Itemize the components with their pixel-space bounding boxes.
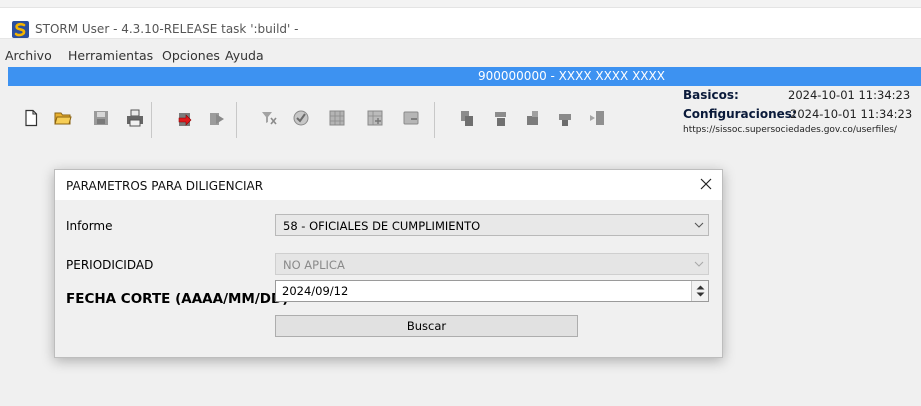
configuraciones-value: 2024-10-01 11:34:23 bbox=[790, 107, 913, 121]
grid-icon[interactable] bbox=[328, 109, 346, 127]
tool-4-icon[interactable] bbox=[556, 109, 574, 127]
tool-3-icon[interactable] bbox=[524, 109, 542, 127]
tool-1-icon[interactable] bbox=[458, 109, 476, 127]
fecha-corte-label: FECHA CORTE (AAAA/MM/DD) bbox=[66, 291, 289, 307]
new-document-icon[interactable] bbox=[22, 109, 40, 127]
close-icon[interactable] bbox=[698, 176, 714, 192]
toolbar-separator bbox=[236, 102, 237, 138]
window-title: STORM User - 4.3.10-RELEASE task ':build… bbox=[35, 22, 299, 36]
tool-2-icon[interactable] bbox=[492, 109, 510, 127]
menu-archivo[interactable]: Archivo bbox=[5, 48, 52, 63]
chevron-down-icon bbox=[694, 222, 704, 228]
informe-label: Informe bbox=[66, 219, 113, 233]
spin-up-icon[interactable] bbox=[696, 285, 705, 290]
validate-icon[interactable] bbox=[292, 109, 310, 127]
save-icon[interactable] bbox=[92, 109, 110, 127]
server-url: https://sissoc.supersociedades.gov.co/us… bbox=[683, 125, 897, 135]
basicos-value: 2024-10-01 11:34:23 bbox=[788, 88, 911, 102]
dialog-title: PARAMETROS PARA DILIGENCIAR bbox=[66, 179, 264, 193]
storm-logo-icon bbox=[12, 21, 29, 38]
basicos-label: Basicos: bbox=[683, 88, 739, 102]
title-bar: STORM User - 4.3.10-RELEASE task ':build… bbox=[0, 8, 921, 39]
buscar-button[interactable]: Buscar bbox=[275, 315, 578, 337]
fecha-corte-spinner bbox=[691, 281, 708, 301]
tool-5-icon[interactable] bbox=[588, 109, 606, 127]
import-icon[interactable] bbox=[176, 109, 194, 127]
periodicidad-select: NO APLICA bbox=[275, 253, 709, 275]
dialog-header: PARAMETROS PARA DILIGENCIAR bbox=[55, 170, 722, 200]
configuraciones-label: Configuraciones: bbox=[683, 107, 797, 121]
spin-down-icon[interactable] bbox=[696, 292, 705, 297]
forward-icon[interactable] bbox=[208, 109, 226, 127]
chevron-down-icon bbox=[694, 261, 704, 267]
informe-select[interactable]: 58 - OFICIALES DE CUMPLIMIENTO bbox=[275, 214, 709, 236]
menu-ayuda[interactable]: Ayuda bbox=[225, 48, 264, 63]
grid-add-icon[interactable] bbox=[366, 109, 384, 127]
informe-selected-value: 58 - OFICIALES DE CUMPLIMIENTO bbox=[283, 219, 481, 233]
toolbar-separator bbox=[151, 102, 152, 138]
periodicidad-selected-value: NO APLICA bbox=[283, 258, 345, 272]
menu-herramientas[interactable]: Herramientas bbox=[68, 48, 153, 63]
parametros-dialog: PARAMETROS PARA DILIGENCIAR Informe 58 -… bbox=[54, 169, 723, 358]
menu-opciones[interactable]: Opciones bbox=[162, 48, 220, 63]
top-strip bbox=[0, 0, 921, 8]
fecha-corte-input[interactable] bbox=[275, 280, 709, 302]
menu-bar: Archivo Herramientas Opciones Ayuda bbox=[0, 40, 921, 66]
filter-icon[interactable] bbox=[260, 109, 278, 127]
toolbar-separator bbox=[434, 102, 435, 138]
print-icon[interactable] bbox=[126, 109, 144, 127]
grid-remove-icon[interactable] bbox=[402, 109, 420, 127]
company-header-text: 900000000 - XXXX XXXX XXXX bbox=[478, 69, 665, 83]
company-header-bar: 900000000 - XXXX XXXX XXXX bbox=[8, 67, 921, 86]
periodicidad-label: PERIODICIDAD bbox=[66, 258, 154, 272]
open-folder-icon[interactable] bbox=[54, 109, 72, 127]
